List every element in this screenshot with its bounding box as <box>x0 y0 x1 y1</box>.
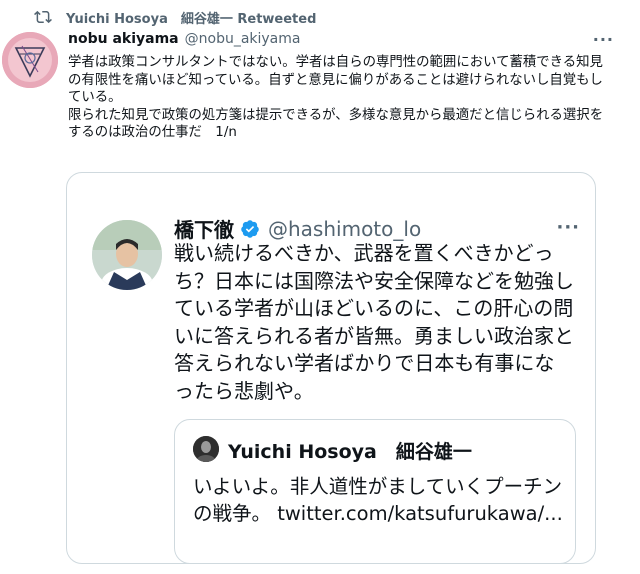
avatar-image <box>2 32 58 88</box>
quoted-avatar[interactable] <box>92 220 162 290</box>
inner-quoted-display-name[interactable]: Yuichi Hosoya 細谷雄一 <box>228 437 472 464</box>
inner-quoted-tweet-text: いよいよ。非人道性がましていくプーチンの戦争。 twitter.com/kats… <box>193 475 563 525</box>
verified-badge-icon <box>241 219 259 238</box>
display-name[interactable]: nobu akiyama <box>68 31 179 47</box>
quoted-more-options-icon[interactable]: ··· <box>556 217 580 238</box>
quoted-display-name[interactable]: 橋下徹 <box>174 214 234 243</box>
tweet-text: 学者は政策コンサルタントではない。学者は自らの専門性の範囲において蓄積できる知見… <box>68 55 604 140</box>
more-options-icon[interactable]: ··· <box>593 30 614 49</box>
quoted-user-handle[interactable]: @hashimoto_lo <box>268 217 421 241</box>
quoted-tweet-header: 橋下徹 @hashimoto_lo <box>174 214 421 243</box>
retweet-label: Yuichi Hosoya 細谷雄一 Retweeted <box>66 11 317 27</box>
quoted-avatar-image <box>92 220 162 290</box>
quoted-tweet-text: 戦い続けるべきか、武器を置くべきかどっち？日本には国際法や安全保障などを勉強して… <box>174 241 574 403</box>
retweet-icon <box>34 10 52 24</box>
user-handle[interactable]: @nobu_akiyama <box>185 31 301 47</box>
inner-quoted-avatar[interactable] <box>193 436 219 462</box>
avatar[interactable] <box>2 32 58 88</box>
retweet-indicator[interactable]: Yuichi Hosoya 細谷雄一 Retweeted <box>34 6 316 28</box>
tweet-header: nobu akiyama @nobu_akiyama <box>68 31 300 47</box>
inner-avatar-image <box>193 436 219 462</box>
